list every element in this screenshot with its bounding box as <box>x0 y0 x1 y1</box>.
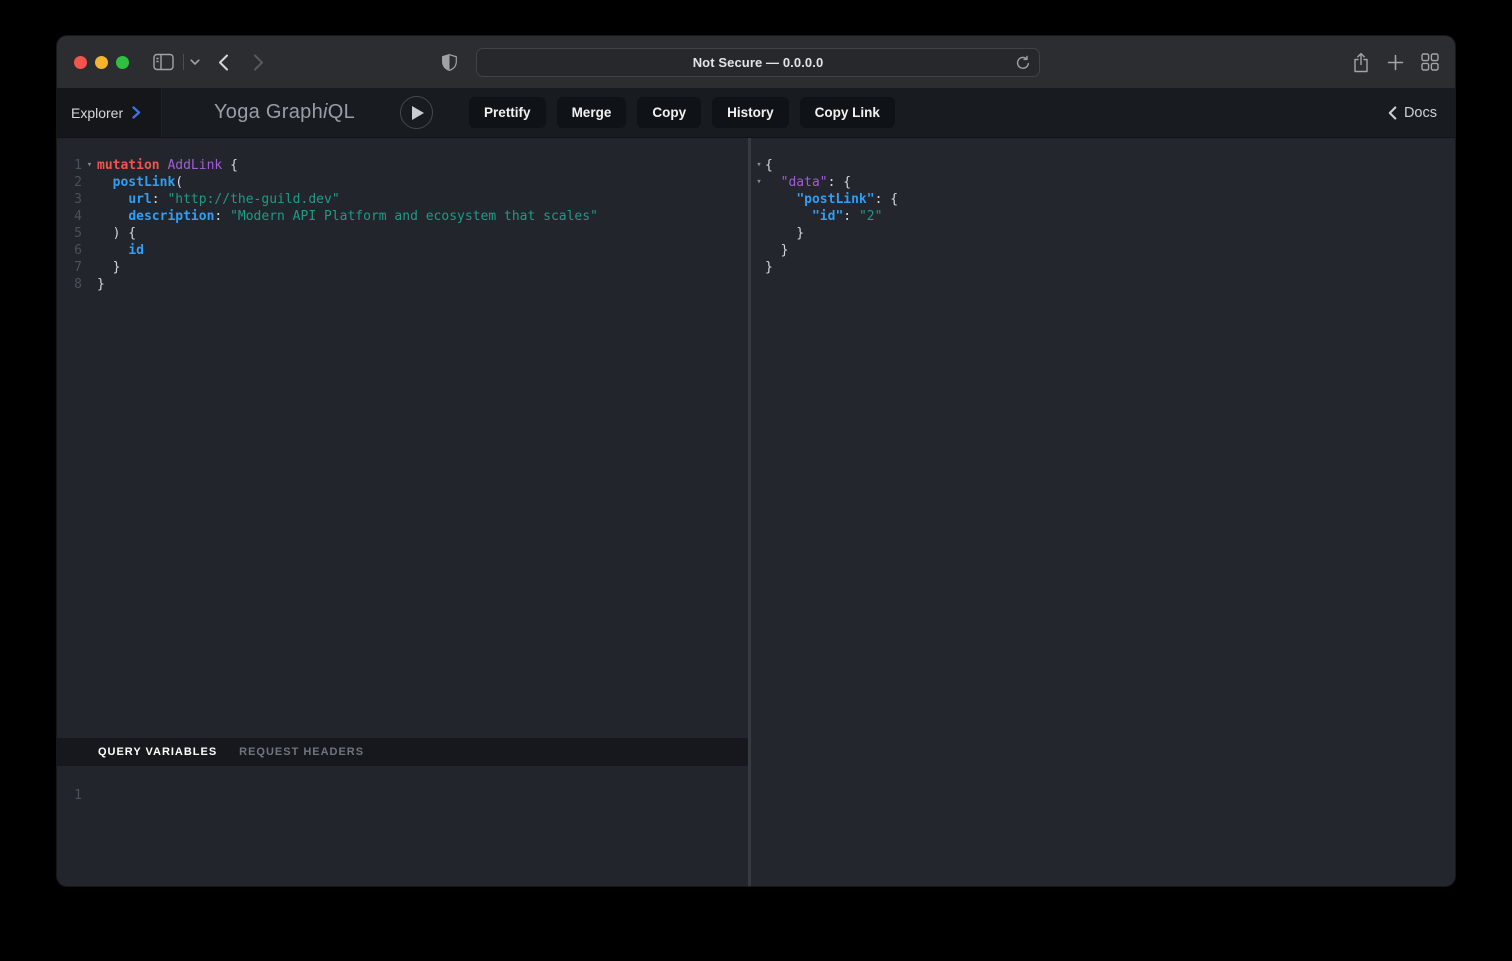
execute-query-button[interactable] <box>400 96 433 129</box>
toolbar-separator <box>183 54 184 70</box>
tab-overview-icon[interactable] <box>1421 53 1439 71</box>
merge-button[interactable]: Merge <box>557 97 627 128</box>
line-number: 7 <box>57 259 82 276</box>
code-text: } <box>765 225 804 242</box>
tab-query-variables[interactable]: QUERY VARIABLES <box>98 746 217 758</box>
code-line: } <box>751 242 1455 259</box>
code-line: 1▾mutation AddLink { <box>57 157 748 174</box>
code-text: } <box>97 276 105 293</box>
fold-spacer <box>82 191 97 208</box>
line-number: 6 <box>57 242 82 259</box>
fold-spacer <box>82 259 97 276</box>
minimize-window-button[interactable] <box>95 56 108 69</box>
response-viewer[interactable]: ▾{▾ "data": { "postLink": { "id": "2" } … <box>751 138 1455 886</box>
line-number: 5 <box>57 225 82 242</box>
chevron-right-icon <box>132 106 141 119</box>
line-number: 3 <box>57 191 82 208</box>
new-tab-icon[interactable] <box>1387 54 1404 71</box>
line-number: 8 <box>57 276 82 293</box>
code-text: { <box>765 157 773 174</box>
sidebar-toggle-icon[interactable] <box>153 36 174 88</box>
reload-icon[interactable] <box>1015 55 1031 76</box>
history-button[interactable]: History <box>712 97 789 128</box>
code-line: 6 id <box>57 242 748 259</box>
toolbar-buttons: Prettify Merge Copy History Copy Link <box>469 97 895 128</box>
code-text: "data": { <box>765 174 851 191</box>
privacy-shield-icon[interactable] <box>441 36 458 88</box>
code-line: } <box>751 259 1455 276</box>
code-line: 7 } <box>57 259 748 276</box>
explorer-label: Explorer <box>71 105 123 121</box>
code-line: 8} <box>57 276 748 293</box>
code-line: 4 description: "Modern API Platform and … <box>57 208 748 225</box>
line-number: 1 <box>57 787 82 804</box>
chevron-left-icon <box>1388 106 1397 120</box>
fold-arrow-icon[interactable]: ▾ <box>753 174 765 191</box>
browser-titlebar: Not Secure — 0.0.0.0 <box>57 36 1455 88</box>
share-icon[interactable] <box>1352 52 1370 73</box>
code-text: } <box>765 242 788 259</box>
address-bar[interactable]: Not Secure — 0.0.0.0 <box>476 48 1040 77</box>
code-line: ▾ "data": { <box>751 174 1455 191</box>
code-text: postLink( <box>97 174 183 191</box>
code-text: } <box>765 259 773 276</box>
code-text: ) { <box>97 225 136 242</box>
forward-icon[interactable] <box>253 36 264 88</box>
fold-arrow-icon[interactable]: ▾ <box>753 157 765 174</box>
code-line: "postLink": { <box>751 191 1455 208</box>
graphiql-content: 1▾mutation AddLink {2 postLink(3 url: "h… <box>57 138 1455 886</box>
fold-spacer <box>753 242 765 259</box>
play-icon <box>412 106 424 120</box>
close-window-button[interactable] <box>74 56 87 69</box>
query-editor[interactable]: 1▾mutation AddLink {2 postLink(3 url: "h… <box>57 138 748 738</box>
left-pane: 1▾mutation AddLink {2 postLink(3 url: "h… <box>57 138 748 886</box>
code-text: "postLink": { <box>765 191 898 208</box>
query-variables-editor[interactable]: 1 <box>57 766 748 886</box>
docs-panel-toggle[interactable]: Docs <box>1388 105 1437 121</box>
line-number: 2 <box>57 174 82 191</box>
copy-button[interactable]: Copy <box>637 97 701 128</box>
fold-spacer <box>82 225 97 242</box>
zoom-window-button[interactable] <box>116 56 129 69</box>
code-text: id <box>97 242 144 259</box>
code-text: "id": "2" <box>765 208 882 225</box>
code-text: url: "http://the-guild.dev" <box>97 191 340 208</box>
code-line: "id": "2" <box>751 208 1455 225</box>
code-text: mutation AddLink { <box>97 157 238 174</box>
back-icon[interactable] <box>218 36 229 88</box>
tab-request-headers[interactable]: REQUEST HEADERS <box>239 746 364 758</box>
line-number: 1 <box>57 157 82 174</box>
docs-label: Docs <box>1404 105 1437 121</box>
address-bar-text: Not Secure — 0.0.0.0 <box>693 55 824 70</box>
fold-spacer <box>82 242 97 259</box>
secondary-editor-tabs: QUERY VARIABLES REQUEST HEADERS <box>57 738 748 766</box>
code-line: 3 url: "http://the-guild.dev" <box>57 191 748 208</box>
fold-spacer <box>82 276 97 293</box>
code-line: 5 ) { <box>57 225 748 242</box>
copy-link-button[interactable]: Copy Link <box>800 97 895 128</box>
code-text: } <box>97 259 120 276</box>
fold-spacer <box>753 225 765 242</box>
code-line: ▾{ <box>751 157 1455 174</box>
page-title: Yoga GraphiQL <box>214 101 355 124</box>
fold-spacer <box>753 208 765 225</box>
explorer-panel-toggle[interactable]: Explorer <box>57 88 162 137</box>
prettify-button[interactable]: Prettify <box>469 97 546 128</box>
fold-spacer <box>753 259 765 276</box>
graphiql-toolbar: Explorer Yoga GraphiQL Prettify Merge Co… <box>57 88 1455 138</box>
browser-window: Not Secure — 0.0.0.0 <box>57 36 1455 886</box>
fold-arrow-icon[interactable]: ▾ <box>82 157 97 174</box>
code-line: } <box>751 225 1455 242</box>
fold-spacer <box>82 174 97 191</box>
code-text: description: "Modern API Platform and ec… <box>97 208 598 225</box>
sidebar-options-chevron-icon[interactable] <box>190 36 200 88</box>
line-number: 4 <box>57 208 82 225</box>
code-line: 2 postLink( <box>57 174 748 191</box>
fold-spacer <box>82 208 97 225</box>
fold-spacer <box>753 191 765 208</box>
